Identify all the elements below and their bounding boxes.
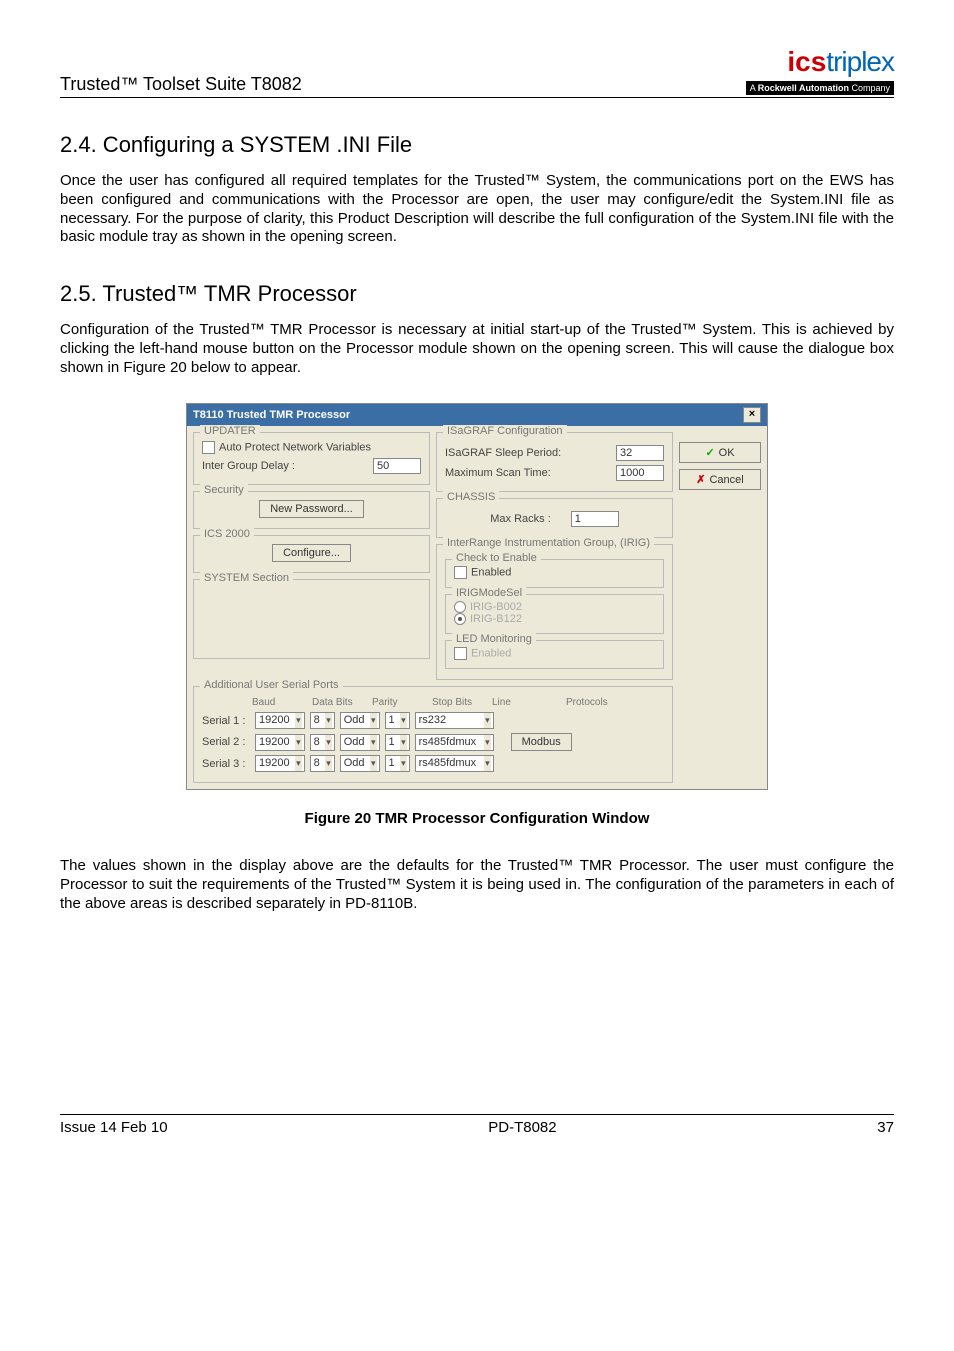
serial3-parity[interactable]: Odd: [340, 755, 380, 772]
chassis-group: CHASSIS Max Racks :1: [436, 498, 673, 538]
irig-b002-radio: [454, 601, 466, 613]
footer-right: 37: [877, 1119, 894, 1136]
serial1-data[interactable]: 8: [310, 712, 335, 729]
serial1-baud[interactable]: 19200: [255, 712, 305, 729]
serial-row-2: Serial 2 : 19200 8 Odd 1 rs485fdmux Modb…: [202, 733, 664, 751]
header-title: Trusted™ Toolset Suite T8082: [60, 74, 302, 95]
irig-enabled-checkbox[interactable]: [454, 566, 467, 579]
page-footer: Issue 14 Feb 10 PD-T8082 37: [60, 1114, 894, 1136]
serial3-data[interactable]: 8: [310, 755, 335, 772]
brand-logo: icstriplex A Rockwell Automation Company: [746, 46, 894, 95]
serial-ports-group: Additional User Serial Ports Baud Data B…: [193, 686, 673, 783]
serial-row-3: Serial 3 : 19200 8 Odd 1 rs485fdmux: [202, 755, 664, 772]
serial2-parity[interactable]: Odd: [340, 734, 380, 751]
led-monitoring-group: LED Monitoring Enabled: [445, 640, 664, 669]
serial2-data[interactable]: 8: [310, 734, 335, 751]
serial1-line[interactable]: rs232: [415, 712, 494, 729]
serial2-baud[interactable]: 19200: [255, 734, 305, 751]
ics2000-group: ICS 2000 Configure...: [193, 535, 430, 573]
page-header: Trusted™ Toolset Suite T8082 icstriplex …: [60, 46, 894, 98]
configure-button[interactable]: Configure...: [272, 544, 351, 562]
irig-group: InterRange Instrumentation Group, (IRIG)…: [436, 544, 673, 680]
section-24-title: 2.4. Configuring a SYSTEM .INI File: [60, 132, 894, 158]
logo-ics: ics: [787, 46, 826, 77]
serial1-parity[interactable]: Odd: [340, 712, 380, 729]
dialog-title-text: T8110 Trusted TMR Processor: [193, 409, 350, 421]
auto-protect-checkbox[interactable]: [202, 441, 215, 454]
logo-triplex: triplex: [826, 46, 894, 77]
system-section-group: SYSTEM Section: [193, 579, 430, 659]
isagraf-group: ISaGRAF Configuration ISaGRAF Sleep Peri…: [436, 432, 673, 492]
modbus-button[interactable]: Modbus: [511, 733, 572, 751]
footer-left: Issue 14 Feb 10: [60, 1119, 168, 1136]
irig-modesel-group: IRIGModeSel IRIG-B002 IRIG-B122: [445, 594, 664, 634]
new-password-button[interactable]: New Password...: [259, 500, 364, 518]
irig-b122-radio: [454, 613, 466, 625]
x-icon: ✗: [696, 473, 705, 486]
section-25-para: Configuration of the Trusted™ TMR Proces…: [60, 321, 894, 377]
serial2-line[interactable]: rs485fdmux: [415, 734, 494, 751]
figure-caption: Figure 20 TMR Processor Configuration Wi…: [60, 810, 894, 827]
inter-group-delay-input[interactable]: 50: [373, 458, 421, 474]
section-25-title: 2.5. Trusted™ TMR Processor: [60, 281, 894, 307]
security-group: Security New Password...: [193, 491, 430, 529]
max-racks-input[interactable]: 1: [571, 511, 619, 527]
close-icon[interactable]: ×: [743, 407, 761, 423]
led-enabled-checkbox: [454, 647, 467, 660]
check-enable-group: Check to Enable Enabled: [445, 559, 664, 588]
serial2-stop[interactable]: 1: [385, 734, 410, 751]
max-scan-input[interactable]: 1000: [616, 465, 664, 481]
serial1-stop[interactable]: 1: [385, 712, 410, 729]
section-24-para: Once the user has configured all require…: [60, 172, 894, 247]
cancel-button[interactable]: ✗Cancel: [679, 469, 761, 490]
dialog-titlebar: T8110 Trusted TMR Processor ×: [187, 404, 767, 426]
serial-row-1: Serial 1 : 19200 8 Odd 1 rs232: [202, 712, 664, 729]
serial3-baud[interactable]: 19200: [255, 755, 305, 772]
closing-para: The values shown in the display above ar…: [60, 857, 894, 913]
check-icon: ✓: [705, 446, 714, 459]
serial3-stop[interactable]: 1: [385, 755, 410, 772]
sleep-period-input[interactable]: 32: [616, 445, 664, 461]
footer-center: PD-T8082: [488, 1119, 556, 1136]
logo-subtitle: A Rockwell Automation Company: [746, 81, 894, 95]
ok-button[interactable]: ✓OK: [679, 442, 761, 463]
dialog-window: T8110 Trusted TMR Processor × UPDATER Au…: [186, 403, 768, 790]
serial3-line[interactable]: rs485fdmux: [415, 755, 494, 772]
updater-group: UPDATER Auto Protect Network Variables I…: [193, 432, 430, 485]
